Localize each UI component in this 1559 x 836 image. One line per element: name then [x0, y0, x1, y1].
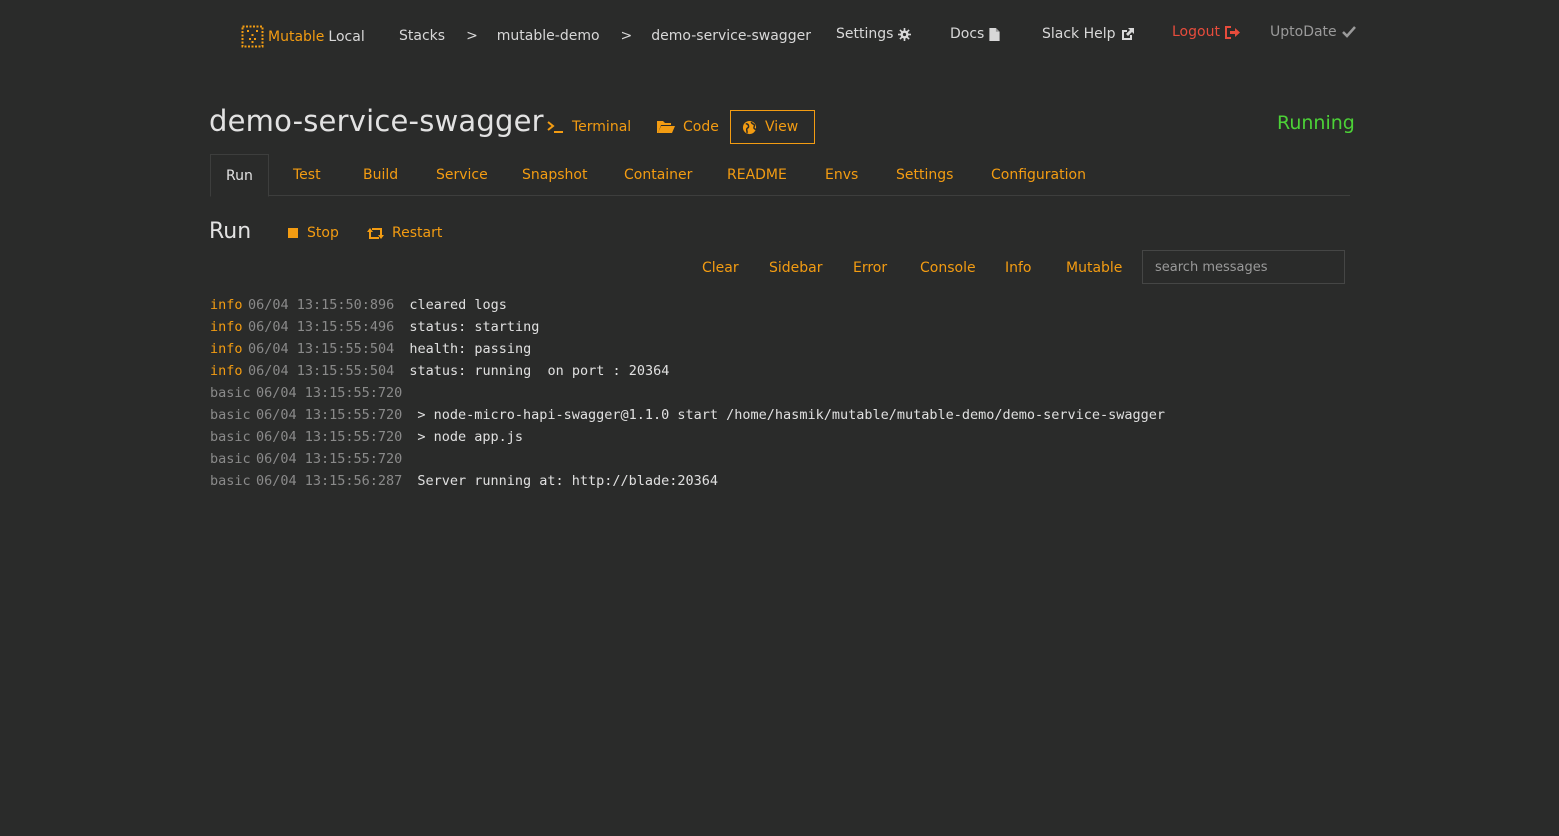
- log-timestamp: 06/04 13:15:50:896: [248, 297, 395, 313]
- view-label: View: [765, 119, 799, 135]
- document-icon: [989, 27, 1000, 41]
- log-level: info: [210, 363, 243, 379]
- tab-container[interactable]: Container: [624, 154, 692, 196]
- log-timestamp: 06/04 13:15:56:287: [256, 473, 403, 489]
- filter-console-button[interactable]: Console: [920, 260, 976, 276]
- terminal-button[interactable]: Terminal: [547, 110, 631, 144]
- tab-configuration[interactable]: Configuration: [991, 154, 1086, 196]
- nav-settings-link[interactable]: Settings: [836, 26, 912, 42]
- section-title: Run: [209, 219, 252, 244]
- log-timestamp: 06/04 13:15:55:504: [248, 363, 395, 379]
- tab-readme[interactable]: README: [727, 154, 787, 196]
- external-link-icon: [1121, 27, 1135, 41]
- breadcrumb-item-service[interactable]: demo-service-swagger: [651, 28, 811, 44]
- mutable-logo-icon: [241, 25, 264, 48]
- log-line: info 06/04 13:15:55:496 status: starting: [210, 316, 1165, 338]
- breadcrumb: Stacks > mutable-demo > demo-service-swa…: [399, 28, 811, 44]
- nav-slack-help-link[interactable]: Slack Help: [1042, 26, 1135, 42]
- breadcrumb-separator: >: [620, 28, 633, 44]
- breadcrumb-separator: >: [466, 28, 478, 44]
- tab-snapshot[interactable]: Snapshot: [522, 154, 587, 196]
- log-timestamp: 06/04 13:15:55:720: [256, 429, 403, 445]
- log-level: basic: [210, 429, 251, 445]
- log-message: status: running on port : 20364: [409, 363, 670, 379]
- tab-test[interactable]: Test: [293, 154, 321, 196]
- log-level: info: [210, 297, 243, 313]
- filter-mutable-button[interactable]: Mutable: [1066, 260, 1122, 276]
- breadcrumb-item-stacks[interactable]: Stacks: [399, 28, 445, 44]
- stop-button[interactable]: Stop: [287, 225, 339, 241]
- tab-envs[interactable]: Envs: [825, 154, 858, 196]
- view-button[interactable]: View: [730, 110, 816, 144]
- nav-logout-link[interactable]: Logout: [1172, 24, 1240, 40]
- filter-error-button[interactable]: Error: [853, 260, 887, 276]
- brand-suffix: Local: [328, 28, 365, 45]
- log-message: > node-micro-hapi-swagger@1.1.0 start /h…: [417, 407, 1166, 423]
- terminal-icon: [547, 120, 564, 134]
- tab-run[interactable]: Run: [210, 154, 269, 197]
- log-line: basic 06/04 13:15:55:720 > node app.js: [210, 426, 1165, 448]
- service-tabs: Run Test Build Service Snapshot Containe…: [210, 154, 1350, 197]
- log-timestamp: 06/04 13:15:55:504: [248, 341, 395, 357]
- nav-docs-link[interactable]: Docs: [950, 26, 1000, 42]
- filter-info-button[interactable]: Info: [1005, 260, 1032, 276]
- tab-service[interactable]: Service: [436, 154, 488, 196]
- tab-build[interactable]: Build: [363, 154, 398, 196]
- folder-open-icon: [657, 120, 675, 134]
- log-timestamp: 06/04 13:15:55:720: [256, 407, 403, 423]
- log-timestamp: 06/04 13:15:55:496: [248, 319, 395, 335]
- log-line: basic 06/04 13:15:55:720: [210, 382, 1165, 404]
- log-level: basic: [210, 451, 251, 467]
- brand-link[interactable]: Mutable Local: [241, 25, 365, 48]
- log-level: basic: [210, 407, 251, 423]
- nav-logout-label: Logout: [1172, 24, 1220, 40]
- update-status: UptoDate: [1270, 24, 1356, 40]
- page-title: demo-service-swagger: [209, 104, 544, 138]
- log-line: info 06/04 13:15:55:504 status: running on…: [210, 360, 1165, 382]
- search-messages-input[interactable]: [1142, 250, 1345, 284]
- globe-icon: [742, 120, 757, 135]
- log-level: basic: [210, 385, 251, 401]
- retweet-icon: [367, 227, 384, 240]
- log-message: health: passing: [409, 341, 532, 357]
- log-message: status: starting: [409, 319, 540, 335]
- sign-out-icon: [1224, 25, 1240, 39]
- update-status-label: UptoDate: [1270, 24, 1337, 40]
- breadcrumb-item-stack[interactable]: mutable-demo: [497, 28, 600, 44]
- code-label: Code: [683, 119, 719, 135]
- brand-name: Mutable: [268, 28, 325, 45]
- tab-settings[interactable]: Settings: [896, 154, 953, 196]
- log-timestamp: 06/04 13:15:55:720: [256, 451, 403, 467]
- top-navbar: Mutable Local Stacks > mutable-demo > de…: [0, 0, 1559, 70]
- log-level: info: [210, 319, 243, 335]
- filter-sidebar-button[interactable]: Sidebar: [769, 260, 823, 276]
- log-level: info: [210, 341, 243, 357]
- nav-slack-help-label: Slack Help: [1042, 26, 1116, 42]
- log-output: info 06/04 13:15:50:896 cleared logs info 0…: [210, 294, 1165, 492]
- stop-icon: [287, 227, 299, 239]
- service-status: Running: [1277, 112, 1355, 134]
- gear-icon: [898, 27, 912, 41]
- code-button[interactable]: Code: [657, 110, 719, 144]
- log-line: info 06/04 13:15:50:896 cleared logs: [210, 294, 1165, 316]
- log-line: info 06/04 13:15:55:504 health: passing: [210, 338, 1165, 360]
- log-line: basic 06/04 13:15:55:720: [210, 448, 1165, 470]
- log-message: cleared logs: [409, 297, 507, 313]
- log-line: basic 06/04 13:15:56:287 Server running at…: [210, 470, 1165, 492]
- log-line: basic 06/04 13:15:55:720 > node-micro-hapi…: [210, 404, 1165, 426]
- log-timestamp: 06/04 13:15:55:720: [256, 385, 403, 401]
- terminal-label: Terminal: [572, 119, 632, 135]
- log-level: basic: [210, 473, 251, 489]
- restart-label: Restart: [392, 225, 443, 241]
- filter-clear-button[interactable]: Clear: [702, 260, 739, 276]
- log-message: > node app.js: [417, 429, 523, 445]
- nav-settings-label: Settings: [836, 26, 894, 42]
- check-icon: [1341, 26, 1356, 38]
- log-message: Server running at: http://blade:20364: [417, 473, 719, 489]
- nav-docs-label: Docs: [950, 26, 985, 42]
- stop-label: Stop: [307, 225, 339, 241]
- restart-button[interactable]: Restart: [367, 225, 442, 241]
